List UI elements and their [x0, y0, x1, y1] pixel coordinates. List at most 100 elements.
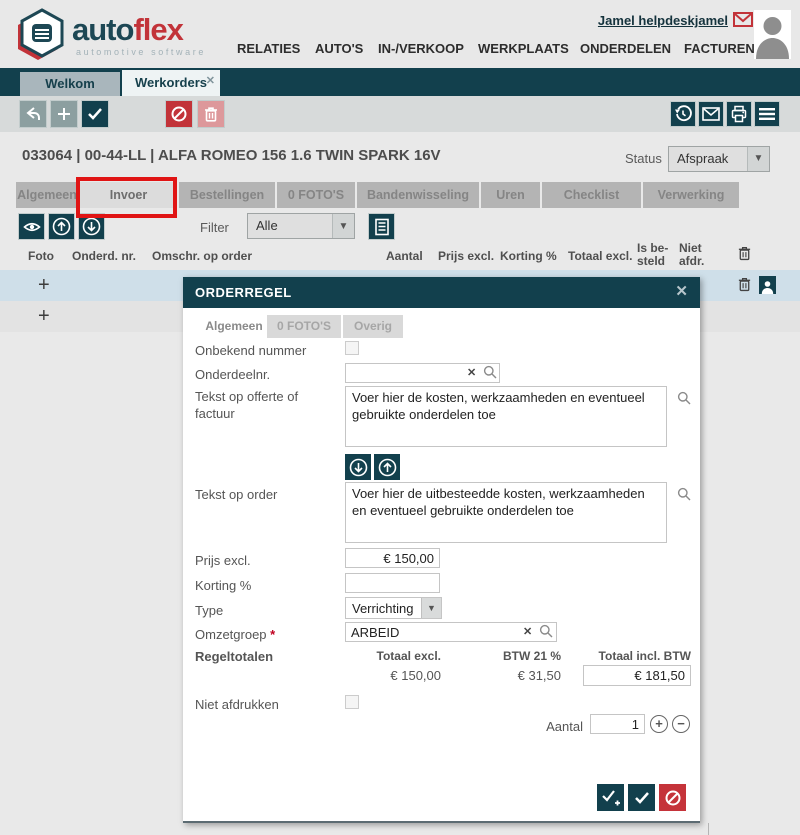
avatar[interactable] — [754, 10, 791, 59]
type-select[interactable]: Verrichting ▼ — [345, 597, 442, 619]
search-icon[interactable] — [539, 624, 553, 643]
list-icon[interactable] — [368, 213, 395, 240]
col-onderd-nr: Onderd. nr. — [72, 249, 136, 263]
trash-icon[interactable] — [197, 100, 225, 128]
tab-werkorders-label: Werkorders — [135, 75, 207, 90]
filter-label: Filter — [200, 220, 229, 235]
col-omschr: Omschr. op order — [152, 249, 252, 263]
tab-welkom[interactable]: Welkom — [20, 72, 120, 96]
plus-circle-icon[interactable]: + — [650, 715, 668, 733]
add-row-glyph[interactable]: + — [38, 274, 50, 297]
plus-icon[interactable] — [50, 100, 78, 128]
menu-icon[interactable] — [754, 101, 780, 127]
nav-werkplaats[interactable]: WERKPLAATS — [478, 41, 569, 56]
print-icon[interactable] — [726, 101, 752, 127]
check-icon[interactable] — [81, 100, 109, 128]
status-select[interactable]: Afspraak ▼ — [668, 146, 770, 172]
search-icon[interactable] — [677, 391, 691, 410]
korting-label: Korting % — [195, 578, 251, 593]
add-row-glyph[interactable]: + — [38, 305, 50, 328]
arrow-down-circle-icon[interactable] — [78, 213, 105, 240]
tekst-offerte-label: Tekst op offerte of factuur — [195, 388, 325, 422]
tab-verwerking[interactable]: Verwerking — [643, 182, 739, 208]
trash-icon[interactable] — [737, 276, 752, 298]
korting-input[interactable] — [345, 573, 440, 593]
close-icon[interactable]: ✕ — [675, 282, 688, 300]
required-asterisk: * — [270, 627, 275, 642]
envelope-icon[interactable] — [733, 12, 753, 33]
nav-relaties[interactable]: RELATIES — [237, 41, 300, 56]
mail-icon[interactable] — [698, 101, 724, 127]
tekst-order-label: Tekst op order — [195, 487, 277, 502]
niet-afdrukken-checkbox[interactable] — [345, 695, 359, 709]
col-foto: Foto — [28, 249, 54, 263]
brand-name: autoflex — [72, 12, 183, 48]
btw-header: BTW 21 % — [478, 649, 561, 663]
nav-facturen[interactable]: FACTUREN — [684, 41, 755, 56]
tekst-order-textarea[interactable]: Voer hier de uitbesteedde kosten, werkza… — [345, 482, 667, 543]
omzetgroep-label: Omzetgroep * — [195, 627, 275, 642]
col-totaal: Totaal excl. — [568, 249, 632, 263]
workorder-tabs: Algemeen Invoer Bestellingen 0 FOTO'S Ba… — [0, 182, 800, 209]
tab-bandenwisseling[interactable]: Bandenwisseling — [357, 182, 479, 208]
check-icon[interactable] — [628, 784, 655, 811]
nav-in-verkoop[interactable]: IN-/VERKOOP — [378, 41, 464, 56]
arrow-up-circle-icon[interactable] — [48, 213, 75, 240]
tab-werkorders[interactable]: Werkorders ✕ — [122, 70, 220, 96]
totaal-incl-input[interactable] — [583, 665, 691, 686]
block-icon[interactable] — [659, 784, 686, 811]
nav-autos[interactable]: AUTO'S — [315, 41, 363, 56]
prijs-excl-input[interactable] — [345, 548, 440, 568]
eye-icon[interactable] — [18, 213, 45, 240]
trash-icon[interactable] — [737, 245, 752, 265]
regeltotalen-label: Regeltotalen — [195, 649, 273, 664]
modal-tab-fotos[interactable]: 0 FOTO'S — [267, 315, 341, 338]
niet-afdrukken-label: Niet afdrukken — [195, 697, 279, 712]
nav-onderdelen[interactable]: ONDERDELEN — [580, 41, 671, 56]
arrow-down-circle-icon[interactable] — [345, 454, 371, 480]
tab-bestellingen[interactable]: Bestellingen — [179, 182, 275, 208]
check-plus-icon[interactable] — [597, 784, 624, 811]
workorder-title: 033064 | 00-44-LL | ALFA ROMEO 156 1.6 T… — [22, 147, 441, 164]
orders-table-header: Foto Onderd. nr. Omschr. op order Aantal… — [0, 240, 800, 270]
main-tabbar: Welkom Werkorders ✕ — [0, 68, 800, 96]
clear-icon[interactable]: ✕ — [523, 625, 532, 638]
btw-value: € 31,50 — [478, 668, 561, 683]
logo-hexagon-icon — [14, 8, 70, 64]
person-icon[interactable] — [759, 276, 776, 294]
totaal-incl-header: Totaal incl. BTW — [583, 649, 691, 663]
tekst-offerte-textarea[interactable]: Voer hier de kosten, werkzaamheden en ev… — [345, 386, 667, 447]
block-icon[interactable] — [165, 100, 193, 128]
col-korting: Korting % — [500, 249, 557, 263]
tab-algemeen[interactable]: Algemeen — [16, 182, 78, 208]
search-icon[interactable] — [677, 487, 691, 506]
close-tab-icon[interactable]: ✕ — [206, 68, 215, 94]
omzetgroep-label-text: Omzetgroep — [195, 627, 267, 642]
tab-uren[interactable]: Uren — [481, 182, 540, 208]
col-prijs: Prijs excl. — [438, 249, 494, 263]
tab-checklist[interactable]: Checklist — [542, 182, 641, 208]
tab-invoer[interactable]: Invoer — [80, 182, 177, 208]
totaal-excl-header: Totaal excl. — [353, 649, 441, 663]
aantal-input[interactable] — [590, 714, 645, 734]
orderregel-modal: ORDERREGEL ✕ Algemeen 0 FOTO'S Overig On… — [183, 277, 700, 823]
modal-header: ORDERREGEL ✕ — [183, 277, 700, 308]
arrow-up-circle-icon[interactable] — [374, 454, 400, 480]
user-link[interactable]: Jamel helpdeskjamel — [556, 13, 728, 28]
tab-fotos[interactable]: 0 FOTO'S — [277, 182, 355, 208]
undo-icon[interactable] — [19, 100, 47, 128]
history-icon[interactable] — [670, 101, 696, 127]
type-label: Type — [195, 603, 223, 618]
filter-select[interactable]: Alle ▼ — [247, 213, 355, 239]
onbekend-nummer-checkbox[interactable] — [345, 341, 359, 355]
type-value: Verrichting — [352, 601, 413, 616]
onderdeelnr-input[interactable] — [345, 363, 500, 383]
clear-icon[interactable]: ✕ — [467, 366, 476, 379]
brand-tagline: automotive software — [76, 47, 206, 57]
modal-tab-overig[interactable]: Overig — [343, 315, 403, 338]
status-value: Afspraak — [677, 151, 728, 166]
search-icon[interactable] — [483, 365, 497, 384]
minus-circle-icon[interactable]: − — [672, 715, 690, 733]
modal-tab-algemeen[interactable]: Algemeen — [203, 315, 265, 338]
workorder-titlebar: 033064 | 00-44-LL | ALFA ROMEO 156 1.6 T… — [0, 132, 800, 182]
